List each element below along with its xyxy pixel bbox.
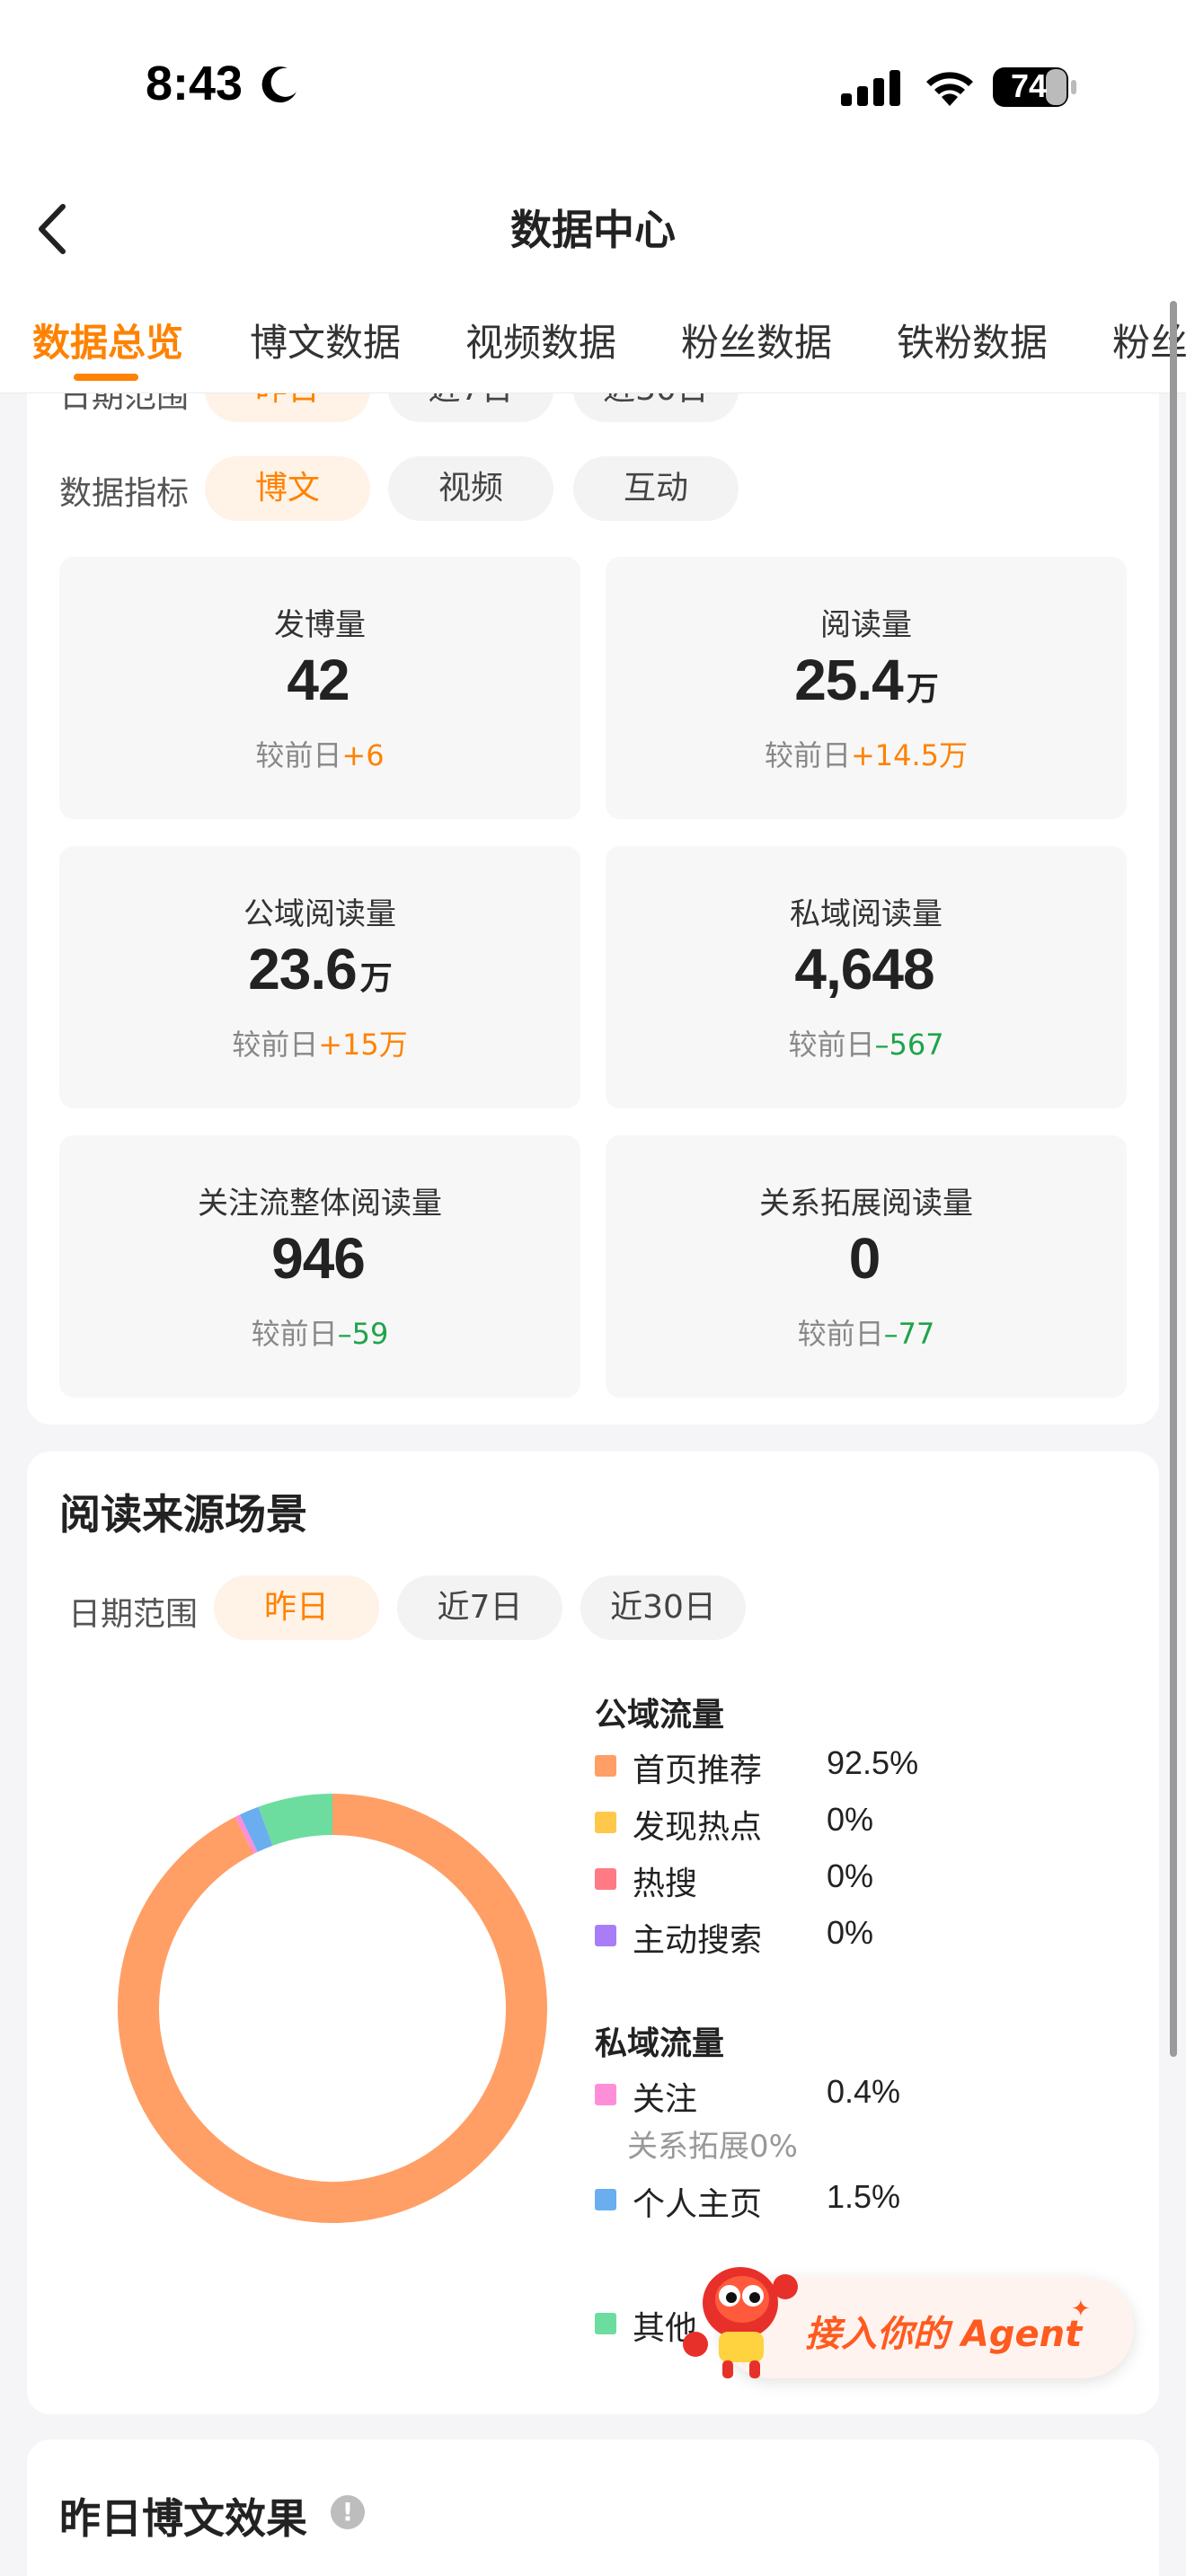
source-donut-chart xyxy=(118,1794,547,2223)
metric-value: 4,648 xyxy=(794,937,934,1001)
yesterday-post-card: 昨日博文效果 ! xyxy=(27,2439,1159,2576)
metric-value: 946 xyxy=(271,1226,366,1291)
legend-swatch xyxy=(595,1925,616,1946)
legend-private-title: 私域流量 xyxy=(595,2025,725,2062)
indicator-interaction-pill[interactable]: 互动 xyxy=(573,456,739,521)
legend-swatch xyxy=(595,1812,616,1833)
indicator-post-pill[interactable]: 博文 xyxy=(205,456,370,521)
legend-swatch xyxy=(595,2189,616,2210)
tab-post-data[interactable]: 博文数据 xyxy=(250,313,401,367)
donut-slice-7 xyxy=(258,1794,333,1846)
tab-bar: 数据总览 博文数据 视频数据 粉丝数据 铁粉数据 粉丝 xyxy=(0,287,1186,393)
date-7d-pill[interactable]: 近7日 xyxy=(388,393,553,422)
mascot-icon[interactable] xyxy=(677,2251,812,2386)
legend-swatch xyxy=(595,1755,616,1777)
legend-value: 0% xyxy=(827,1857,874,1894)
metric-value: 25.4 万 xyxy=(794,648,939,712)
scrollbar[interactable] xyxy=(1170,301,1177,2057)
metric-value: 23.6 万 xyxy=(248,937,393,1001)
source-date-yesterday-pill[interactable]: 昨日 xyxy=(214,1575,379,1640)
date-30d-pill[interactable]: 近30日 xyxy=(573,393,739,422)
legend-swatch xyxy=(595,2313,616,2334)
page-title: 数据中心 xyxy=(510,206,676,254)
agent-label: 接入你的 Agent xyxy=(805,2314,1083,2355)
tab-overview[interactable]: 数据总览 xyxy=(32,313,183,367)
metric-label: 公域阅读量 xyxy=(243,896,396,932)
indicator-video-pill[interactable]: 视频 xyxy=(388,456,553,521)
section-title: 阅读来源场景 xyxy=(59,1490,307,1539)
metric-value: 0 xyxy=(848,1226,881,1291)
metric-label: 发博量 xyxy=(274,607,366,643)
battery-level: 74 xyxy=(1010,67,1048,104)
date-range-row: 日期范围 昨日 近7日 近30日 xyxy=(27,393,1159,426)
legend-name: 发现热点 xyxy=(633,1809,763,1846)
source-date-7d-pill[interactable]: 近7日 xyxy=(397,1575,562,1640)
metric-card-posts[interactable]: 发博量 42 较前日+6 xyxy=(59,557,580,819)
donut-slice-1 xyxy=(118,1794,547,2223)
metric-compare: 较前日–59 xyxy=(251,1317,389,1351)
date-range-label: 日期范围 xyxy=(68,1596,199,1633)
tab-video-data[interactable]: 视频数据 xyxy=(465,313,616,367)
indicator-label: 数据指标 xyxy=(59,475,190,512)
read-source-card: 阅读来源场景 日期范围 昨日 近7日 近30日 公域流量 首页推荐 92.5% … xyxy=(27,1451,1159,2414)
metric-compare: 较前日+15万 xyxy=(232,1028,408,1062)
overview-card: 日期范围 昨日 近7日 近30日 数据指标 博文 视频 互动 发博量 42 较前… xyxy=(27,393,1159,1425)
legend-public-title: 公域流量 xyxy=(595,1697,725,1734)
legend-value: 0% xyxy=(827,1801,874,1838)
signal-icon xyxy=(841,70,900,106)
moon-icon xyxy=(261,66,296,103)
section-title: 昨日博文效果 xyxy=(59,2494,307,2543)
info-icon[interactable]: ! xyxy=(331,2495,365,2529)
legend-value: 1.5% xyxy=(827,2178,901,2215)
metric-compare: 较前日+14.5万 xyxy=(764,738,969,772)
legend-swatch xyxy=(595,1868,616,1890)
metric-card-private-reads[interactable]: 私域阅读量 4,648 较前日–567 xyxy=(606,846,1127,1108)
metric-compare: 较前日–77 xyxy=(797,1317,935,1351)
tab-fans-data[interactable]: 粉丝数据 xyxy=(681,313,832,367)
nav-bar: 数据中心 xyxy=(0,171,1186,287)
metric-value: 42 xyxy=(287,648,350,712)
metric-compare: 较前日–567 xyxy=(788,1028,944,1062)
source-date-30d-pill[interactable]: 近30日 xyxy=(580,1575,746,1640)
legend-sub-item: 关系拓展0% xyxy=(627,2129,798,2165)
legend-name: 关注 xyxy=(633,2081,698,2118)
donut-slice-5 xyxy=(235,1814,258,1855)
status-time: 8:43 xyxy=(146,57,243,110)
legend-name: 首页推荐 xyxy=(633,1752,763,1789)
date-yesterday-pill[interactable]: 昨日 xyxy=(205,393,370,422)
donut-slice-6 xyxy=(239,1806,273,1852)
legend-value: 0% xyxy=(827,1914,874,1951)
legend-value: 0.4% xyxy=(827,2073,901,2110)
sparkle-icon: ✦ xyxy=(1071,2296,1091,2323)
date-range-label: 日期范围 xyxy=(59,393,190,415)
legend-name: 主动搜索 xyxy=(633,1922,763,1959)
metric-card-reads[interactable]: 阅读量 25.4 万 较前日+14.5万 xyxy=(606,557,1127,819)
legend-swatch xyxy=(595,2084,616,2105)
metric-label: 阅读量 xyxy=(820,607,912,643)
metric-label: 关系拓展阅读量 xyxy=(759,1186,973,1222)
metric-label: 关注流整体阅读量 xyxy=(198,1186,442,1222)
status-bar: 8:43 74 xyxy=(0,0,1186,171)
metric-card-follow-feed-reads[interactable]: 关注流整体阅读量 946 较前日–59 xyxy=(59,1135,580,1398)
wifi-icon xyxy=(926,72,973,106)
legend-value: 92.5% xyxy=(827,1744,919,1781)
tab-active-indicator xyxy=(74,374,138,381)
metric-card-public-reads[interactable]: 公域阅读量 23.6 万 较前日+15万 xyxy=(59,846,580,1108)
legend-name: 个人主页 xyxy=(633,2186,763,2223)
legend-name: 热搜 xyxy=(633,1866,698,1902)
metric-label: 私域阅读量 xyxy=(790,896,943,932)
metric-card-relation-reads[interactable]: 关系拓展阅读量 0 较前日–77 xyxy=(606,1135,1127,1398)
metric-compare: 较前日+6 xyxy=(255,738,385,772)
tab-iron-fans-data[interactable]: 铁粉数据 xyxy=(897,313,1048,367)
